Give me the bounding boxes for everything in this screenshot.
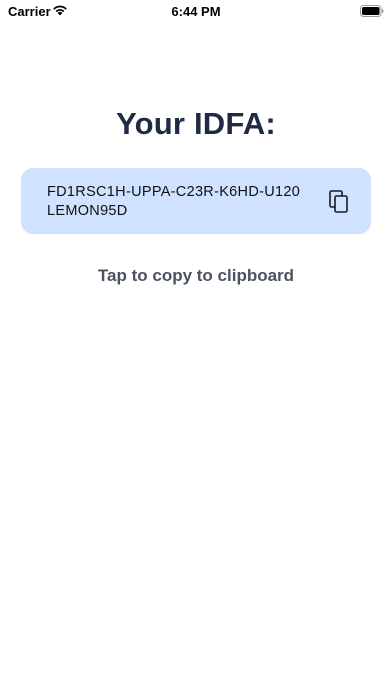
- copy-icon[interactable]: [329, 190, 349, 214]
- battery-icon: [360, 5, 384, 17]
- idfa-value: FD1RSC1H-UPPA-C23R-K6HD-U120LEMON95D: [47, 184, 301, 219]
- page-title: Your IDFA:: [116, 106, 276, 141]
- idfa-copy-card[interactable]: FD1RSC1H-UPPA-C23R-K6HD-U120LEMON95D: [21, 168, 371, 234]
- status-bar: Carrier 6:44 PM: [0, 0, 392, 24]
- copy-hint: Tap to copy to clipboard: [97, 266, 295, 285]
- status-time: 6:44 PM: [171, 4, 221, 19]
